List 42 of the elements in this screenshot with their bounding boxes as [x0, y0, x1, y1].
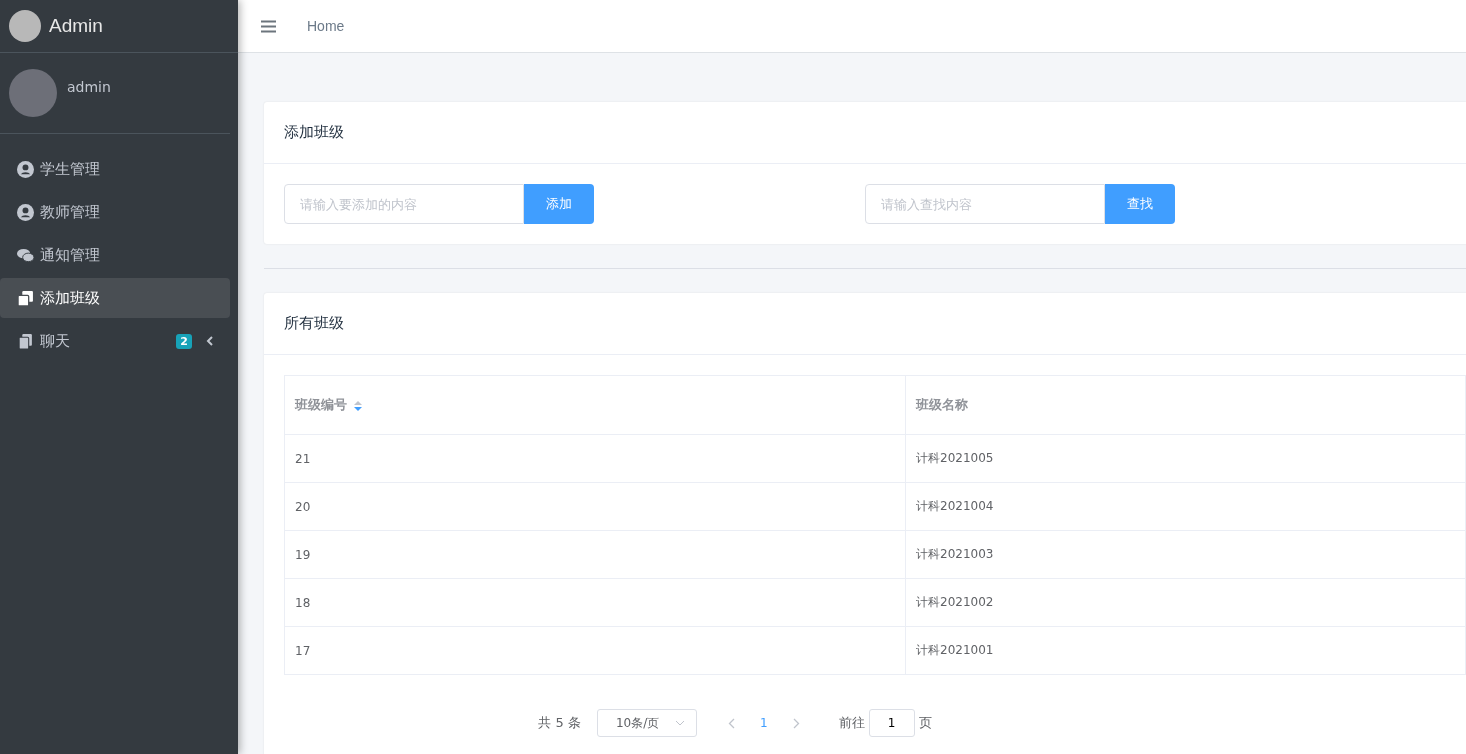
- files-icon: [17, 332, 34, 350]
- goto-label: 前往: [838, 714, 865, 732]
- table-cell: 计科2021003: [905, 530, 1466, 579]
- logo-image: [9, 10, 41, 42]
- page-suffix: 页: [918, 714, 932, 732]
- sidebar-item[interactable]: 添加班级: [0, 278, 230, 318]
- user-name: admin: [67, 79, 111, 97]
- copy-icon: [17, 289, 34, 307]
- table-cell: 计科2021005: [905, 434, 1466, 483]
- sort-icon[interactable]: [353, 399, 363, 412]
- sidebar-item[interactable]: 聊天 2: [0, 321, 230, 361]
- user-icon: [17, 203, 34, 221]
- prev-page-icon[interactable]: [727, 717, 735, 729]
- user-icon: [17, 160, 34, 178]
- table-cell: 17: [284, 626, 906, 675]
- breadcrumb-link[interactable]: Home: [307, 18, 345, 34]
- table-cell: 19: [284, 530, 906, 579]
- next-page-icon[interactable]: [792, 717, 800, 729]
- chevron-left-icon: [206, 336, 214, 346]
- sidebar-item[interactable]: 教师管理: [0, 192, 230, 232]
- table-cell: 18: [284, 578, 906, 627]
- table-cell: 20: [284, 482, 906, 531]
- card-title: 所有班级: [264, 293, 1466, 355]
- table-cell: 21: [284, 434, 906, 483]
- table-cell: 计科2021002: [905, 578, 1466, 627]
- chat-bubbles-icon: [17, 246, 34, 264]
- menu-icon[interactable]: [261, 19, 276, 33]
- card-title: 添加班级: [264, 102, 1466, 164]
- avatar-placeholder: [9, 69, 57, 117]
- sidebar-item[interactable]: 通知管理: [0, 235, 230, 275]
- brand-title: Admin: [49, 15, 103, 37]
- column-header: 班级名称: [905, 375, 1466, 435]
- count-badge: 2: [176, 333, 192, 349]
- search-field[interactable]: 请输入查找内容: [865, 184, 1105, 224]
- sidebar-item[interactable]: 学生管理: [0, 149, 230, 189]
- page-jump-field[interactable]: 1: [868, 709, 915, 737]
- caret-icon: [675, 720, 686, 726]
- page-size-select[interactable]: 10条/页: [596, 709, 697, 737]
- table-cell: 计科2021001: [905, 626, 1466, 675]
- table-cell: 计科2021004: [905, 482, 1466, 531]
- add-field[interactable]: 请输入要添加的内容: [284, 184, 524, 224]
- total-count: 共 5 条: [538, 714, 581, 732]
